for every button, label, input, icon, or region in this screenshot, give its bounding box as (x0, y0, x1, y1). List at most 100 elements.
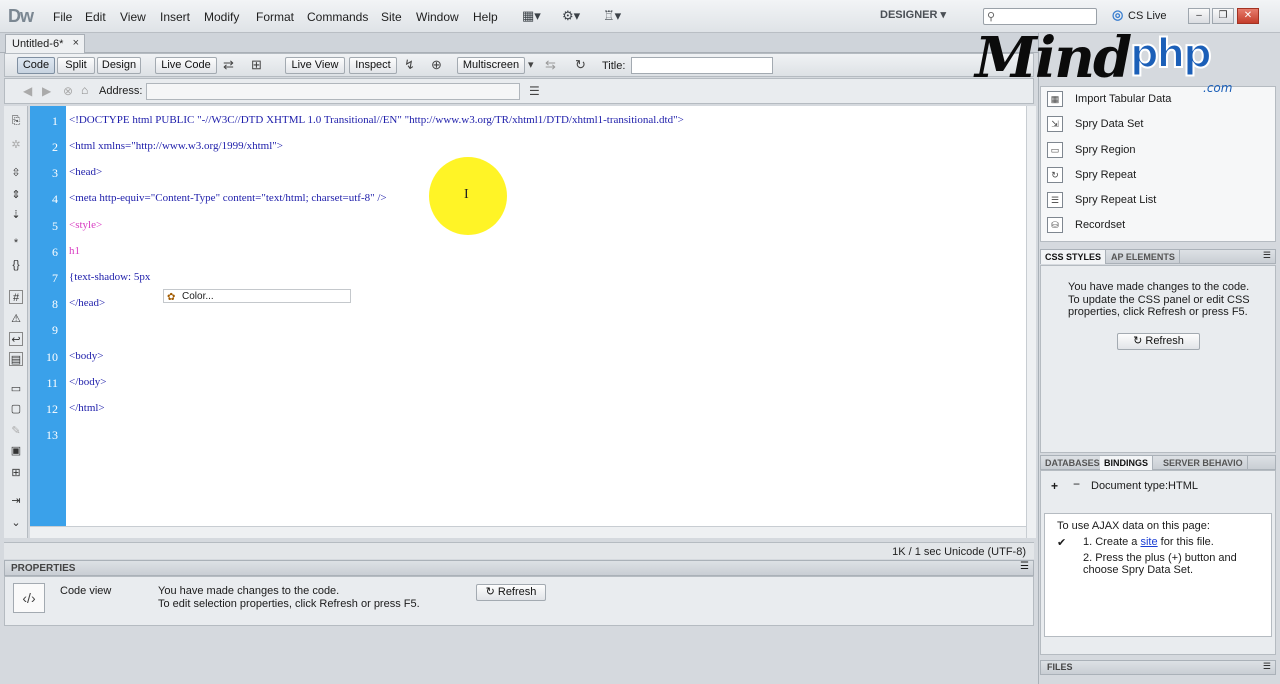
restore-icon[interactable]: ❐ (1212, 8, 1234, 24)
title-input[interactable] (631, 57, 773, 74)
line-number: 12 (46, 402, 58, 416)
workspace-switcher[interactable]: DESIGNER ▾ (880, 8, 968, 25)
insert-item-label: Spry Repeat (1075, 169, 1137, 181)
insert-spry-region[interactable]: ▭ Spry Region (1047, 139, 1136, 161)
tab-css-styles[interactable]: CSS STYLES (1041, 250, 1107, 264)
live-code-button[interactable]: Live Code (155, 57, 217, 74)
open-documents-icon[interactable]: ⎘ (9, 114, 23, 128)
move-css-icon[interactable]: ⊞ (9, 466, 23, 480)
multiscreen-button[interactable]: Multiscreen (457, 57, 525, 74)
debug-icon[interactable]: ↯ (404, 57, 415, 73)
view-options-icon[interactable]: ☰ (529, 84, 540, 98)
properties-refresh-button[interactable]: ↻ Refresh (476, 584, 546, 601)
browser-icon[interactable]: ⇆ (545, 57, 556, 73)
menu-site[interactable]: Site (381, 10, 402, 24)
word-wrap-icon[interactable]: ↩ (9, 332, 23, 346)
show-code-navigator-icon[interactable]: ✲ (9, 138, 23, 152)
line-number: 6 (52, 245, 58, 259)
tab-databases[interactable]: DATABASES (1041, 456, 1105, 470)
panel-menu-icon[interactable]: ☰ (1020, 561, 1029, 572)
back-icon[interactable]: ◀ (23, 84, 32, 98)
live-view-button[interactable]: Live View (285, 57, 345, 74)
document-type: Document type:HTML (1091, 480, 1198, 492)
site-icon[interactable]: ♖▾ (603, 8, 621, 24)
gear-icon[interactable]: ⚙▾ (562, 8, 580, 24)
text-cursor-icon: I (464, 187, 469, 202)
code-view-button[interactable]: Code (17, 57, 55, 74)
tab-close-icon[interactable]: × (73, 37, 79, 49)
code-editor[interactable]: <!DOCTYPE html PUBLIC "-//W3C//DTD XHTML… (66, 106, 1026, 526)
cslive-label[interactable]: CS Live (1128, 10, 1167, 22)
spry-repeat-list-icon: ☰ (1047, 192, 1063, 209)
menu-view[interactable]: View (120, 10, 146, 24)
home-icon[interactable]: ⌂ (81, 83, 88, 97)
panel-menu-icon[interactable]: ☰ (1263, 250, 1271, 261)
tab-ap-elements[interactable]: AP ELEMENTS (1107, 250, 1180, 264)
properties-panel-header[interactable]: PROPERTIES ☰ (4, 560, 1034, 576)
download-size-encoding: 1K / 1 sec Unicode (UTF-8) (892, 546, 1026, 558)
layout-icon[interactable]: ▦▾ (522, 8, 541, 24)
syntax-coloring-icon[interactable]: ▤ (9, 352, 23, 366)
chevron-down-icon[interactable]: ▾ (528, 58, 534, 71)
insert-spry-data-set[interactable]: ⇲ Spry Data Set (1047, 113, 1143, 135)
split-view-button[interactable]: Split (57, 57, 95, 74)
tab-bindings[interactable]: BINDINGS (1100, 456, 1154, 470)
menu-insert[interactable]: Insert (160, 10, 190, 24)
search-icon: ⚲ (987, 11, 996, 23)
menu-format[interactable]: Format (256, 10, 294, 24)
remove-binding-icon[interactable]: − (1073, 477, 1080, 491)
add-binding-icon[interactable]: + (1051, 479, 1058, 493)
close-icon[interactable]: ✕ (1237, 8, 1259, 24)
menu-commands[interactable]: Commands (307, 10, 368, 24)
stop-icon[interactable]: ⊗ (63, 84, 73, 98)
cslive-icon: ◎ (1112, 7, 1124, 22)
vertical-scrollbar[interactable] (1026, 106, 1036, 538)
tab-server-behaviors[interactable]: SERVER BEHAVIO (1159, 456, 1248, 470)
horizontal-scrollbar[interactable] (30, 526, 1026, 538)
insert-spry-repeat[interactable]: ↻ Spry Repeat (1047, 164, 1136, 186)
design-view-button[interactable]: Design (97, 57, 141, 74)
address-input[interactable] (146, 83, 520, 100)
select-parent-tag-icon[interactable]: * (9, 236, 23, 250)
code-hint-item[interactable]: Color... (182, 291, 214, 302)
code-hint-popup[interactable]: ✿ Color... (163, 289, 351, 303)
menu-file[interactable]: File (53, 10, 72, 24)
css-refresh-button[interactable]: ↻ Refresh (1117, 333, 1200, 350)
insert-recordset[interactable]: ⛁ Recordset (1047, 214, 1125, 236)
panel-menu-icon[interactable]: ☰ (1263, 661, 1271, 672)
forward-icon[interactable]: ▶ (42, 84, 51, 98)
tab-untitled-6[interactable]: Untitled-6* × (5, 34, 85, 53)
preview-icon[interactable]: ⊕ (431, 57, 442, 73)
apply-comment-icon[interactable]: ▭ (9, 382, 23, 396)
address-label: Address: (99, 85, 143, 97)
expand-all-icon[interactable]: ⇣ (9, 208, 23, 222)
menu-modify[interactable]: Modify (204, 10, 239, 24)
search-input[interactable]: ⚲ (983, 8, 1097, 25)
more-options-icon[interactable]: ⌄ (9, 516, 23, 530)
recent-snippets-icon[interactable]: ▣ (9, 444, 23, 458)
css-panel-tabs: CSS STYLES AP ELEMENTS ☰ (1040, 249, 1276, 264)
insert-spry-repeat-list[interactable]: ☰ Spry Repeat List (1047, 189, 1156, 211)
validate-icon[interactable]: ⇄ (223, 57, 234, 73)
collapse-selection-icon[interactable]: ⇕ (9, 188, 23, 202)
files-panel-header[interactable]: FILES ☰ (1040, 660, 1276, 675)
compatibility-icon[interactable]: ⊞ (251, 57, 262, 73)
bindings-panel-tabs: DATABASES BINDINGS SERVER BEHAVIO (1040, 455, 1276, 470)
refresh-icon[interactable]: ↻ (575, 57, 586, 73)
remove-comment-icon[interactable]: ▢ (9, 402, 23, 416)
menu-help[interactable]: Help (473, 10, 498, 24)
indent-code-icon[interactable]: ⇥ (9, 494, 23, 508)
balance-braces-icon[interactable]: {} (9, 258, 23, 272)
minimize-icon[interactable]: – (1188, 8, 1210, 24)
inspect-button[interactable]: Inspect (349, 57, 397, 74)
line-number: 5 (52, 219, 58, 233)
step-text: for this file. (1157, 536, 1214, 548)
properties-message: To edit selection properties, click Refr… (158, 598, 420, 610)
line-numbers-icon[interactable]: # (9, 290, 23, 304)
site-link[interactable]: site (1140, 536, 1157, 548)
collapse-tag-icon[interactable]: ⇳ (9, 166, 23, 180)
highlight-invalid-code-icon[interactable]: ⚠ (9, 312, 23, 326)
menu-window[interactable]: Window (416, 10, 459, 24)
menu-edit[interactable]: Edit (85, 10, 106, 24)
wrap-tag-icon[interactable]: ✎ (9, 424, 23, 438)
